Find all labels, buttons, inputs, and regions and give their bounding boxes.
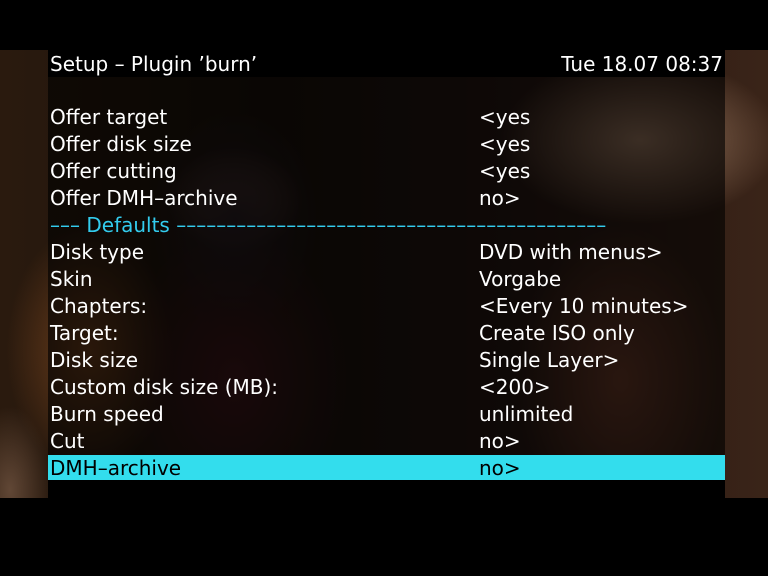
section-label: ––– Defaults –––––––––––––––––––––––––––…	[50, 213, 607, 237]
setting-offer-dmh-archive[interactable]: Offer DMH–archive no>	[48, 185, 725, 212]
setting-dmh-archive[interactable]: DMH–archive no>	[48, 455, 725, 482]
setting-value: <yes	[479, 105, 531, 129]
setting-value: Single Layer>	[479, 348, 620, 372]
setting-label: Cut	[50, 429, 85, 453]
setting-value: DVD with menus>	[479, 240, 663, 264]
setting-label: Disk type	[50, 240, 144, 264]
setting-offer-disk-size[interactable]: Offer disk size <yes	[48, 131, 725, 158]
setting-chapters[interactable]: Chapters: <Every 10 minutes>	[48, 293, 725, 320]
title-bar: Setup – Plugin ’burn’ Tue 18.07 08:37	[48, 50, 725, 77]
osd-menu-panel: Setup – Plugin ’burn’ Tue 18.07 08:37 Of…	[48, 50, 725, 534]
setting-value: no>	[479, 429, 521, 453]
tv-screen: Setup – Plugin ’burn’ Tue 18.07 08:37 Of…	[0, 0, 768, 576]
setting-value: unlimited	[479, 402, 574, 426]
setting-label: Disk size	[50, 348, 139, 372]
page-title: Setup – Plugin ’burn’	[50, 52, 258, 76]
setting-label: Chapters:	[50, 294, 148, 318]
setting-label: Offer target	[50, 105, 168, 129]
setting-offer-target[interactable]: Offer target <yes	[48, 104, 725, 131]
setting-label: Offer cutting	[50, 159, 177, 183]
setting-value: <200>	[479, 375, 551, 399]
setting-label: DMH–archive	[50, 456, 182, 480]
setting-offer-cutting[interactable]: Offer cutting <yes	[48, 158, 725, 185]
setting-cut[interactable]: Cut no>	[48, 428, 725, 455]
setting-disk-type[interactable]: Disk type DVD with menus>	[48, 239, 725, 266]
setting-disk-size[interactable]: Disk size Single Layer>	[48, 347, 725, 374]
setting-label: Custom disk size (MB):	[50, 375, 279, 399]
setting-label: Offer disk size	[50, 132, 192, 156]
setting-skin[interactable]: Skin Vorgabe	[48, 266, 725, 293]
setting-value: no>	[479, 456, 521, 480]
setting-value: Create ISO only	[479, 321, 635, 345]
button-bar	[48, 480, 725, 534]
setting-label: Skin	[50, 267, 93, 291]
setting-custom-disk-size[interactable]: Custom disk size (MB): <200>	[48, 374, 725, 401]
setting-value: <yes	[479, 159, 531, 183]
setting-label: Target:	[50, 321, 119, 345]
date-time: Tue 18.07 08:37	[561, 52, 723, 76]
settings-list: Offer target <yes Offer disk size <yes O…	[48, 104, 725, 482]
setting-label: Offer DMH–archive	[50, 186, 238, 210]
section-header-defaults: ––– Defaults –––––––––––––––––––––––––––…	[48, 212, 725, 239]
setting-value: no>	[479, 186, 521, 210]
setting-target[interactable]: Target: Create ISO only	[48, 320, 725, 347]
setting-label: Burn speed	[50, 402, 164, 426]
setting-value: <Every 10 minutes>	[479, 294, 689, 318]
setting-value: Vorgabe	[479, 267, 562, 291]
setting-burn-speed[interactable]: Burn speed unlimited	[48, 401, 725, 428]
setting-value: <yes	[479, 132, 531, 156]
